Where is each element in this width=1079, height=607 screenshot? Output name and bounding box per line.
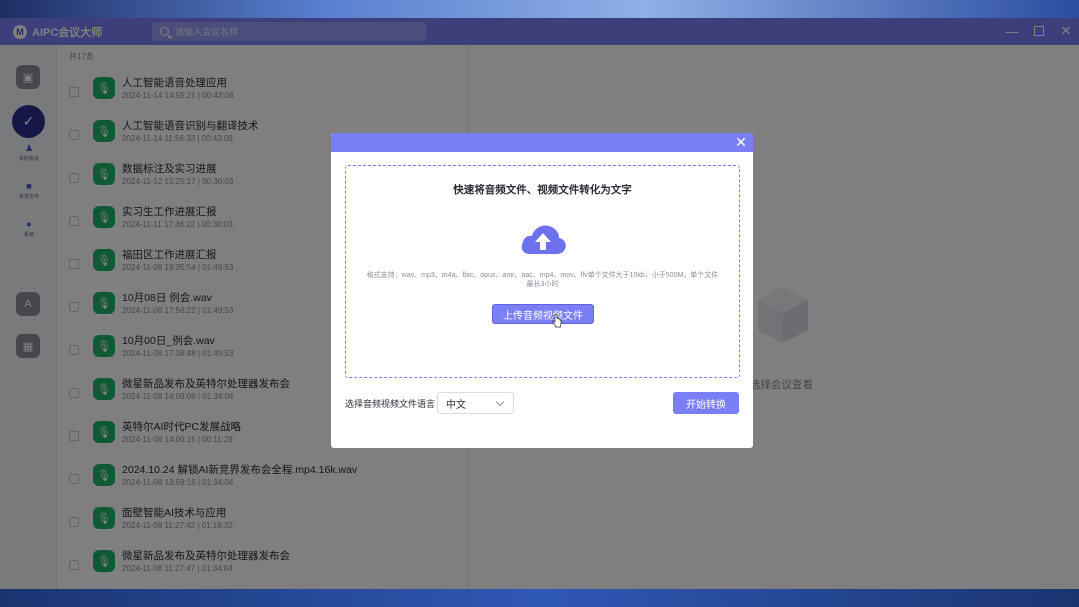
desktop-background-top — [0, 0, 1079, 18]
desktop-background-bottom — [0, 589, 1079, 607]
language-value: 中文 — [446, 399, 466, 411]
language-label: 选择音频视频文件语言 — [345, 399, 436, 409]
dialog-heading: 快速将音频文件、视频文件转化为文字 — [453, 184, 632, 196]
cloud-upload-icon — [521, 225, 566, 254]
close-icon[interactable]: ✕ — [733, 134, 749, 150]
start-conversion-button[interactable]: 开始转换 — [673, 392, 739, 414]
language-select[interactable]: 中文 — [437, 392, 514, 414]
upload-dialog: ✕ 快速将音频文件、视频文件转化为文字 格式支持：wav、mp3、m4a、fla… — [331, 133, 753, 448]
upload-file-button[interactable]: 上传音频视频文件 — [492, 304, 594, 324]
dialog-header: ✕ — [331, 133, 753, 152]
pointer-cursor-icon — [552, 314, 562, 328]
file-dropzone[interactable]: 快速将音频文件、视频文件转化为文字 格式支持：wav、mp3、m4a、flac、… — [345, 165, 740, 378]
format-hint: 格式支持：wav、mp3、m4a、flac、opus、amr、aac、mp4、m… — [366, 272, 719, 288]
chevron-down-icon — [495, 397, 505, 406]
